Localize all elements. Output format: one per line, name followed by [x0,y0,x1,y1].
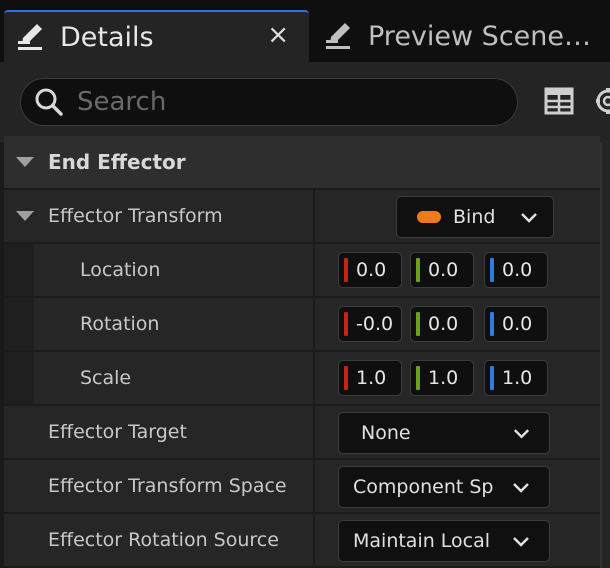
scale-z-field[interactable]: 1.0 [484,360,548,396]
property-label: Location [80,259,161,281]
column-divider[interactable] [313,514,315,566]
search-box[interactable] [20,78,518,126]
bind-label: Bind [453,206,496,228]
close-icon[interactable]: × [267,20,289,50]
property-label: Effector Rotation Source [48,529,279,551]
edit-list-icon [322,19,356,53]
location-x-field[interactable]: 0.0 [338,252,402,288]
location-y-field[interactable]: 0.0 [410,252,474,288]
dropdown-value: Maintain Local [353,530,491,552]
property-row-effector-rotation-source: Effector Rotation Source Maintain Local [4,514,600,567]
rotation-x-field[interactable]: -0.0 [338,306,402,342]
property-row-effector-target: Effector Target None [4,406,600,459]
tab-preview-scene[interactable]: Preview Scene… [312,10,610,62]
rotation-y-field[interactable]: 0.0 [410,306,474,342]
property-label: Effector Transform [48,205,223,227]
collapse-arrow-icon[interactable] [16,157,34,167]
tab-preview-scene-label: Preview Scene… [368,20,592,52]
property-label: Effector Transform Space [48,475,287,497]
edit-list-icon [14,20,48,54]
property-row-rotation: Rotation -0.0 0.0 0.0 [4,298,600,351]
chevron-down-icon [513,483,529,493]
scrollbar[interactable] [600,142,610,568]
column-divider[interactable] [313,298,315,350]
dropdown-value: Component Sp [353,476,494,498]
column-divider[interactable] [313,460,315,512]
column-divider[interactable] [313,244,315,296]
property-row-effector-transform-space: Effector Transform Space Component Sp [4,460,600,513]
gear-icon[interactable] [592,86,610,116]
column-divider[interactable] [313,190,315,242]
pin-dot-icon [417,211,441,223]
property-label: Effector Target [48,421,187,443]
search-icon [35,88,63,116]
tab-details-label: Details [60,21,154,53]
chevron-down-icon [513,429,529,439]
expand-arrow-icon[interactable] [16,211,34,221]
tab-details[interactable]: Details × [4,10,309,62]
effector-transform-space-dropdown[interactable]: Component Sp [338,466,550,508]
property-row-scale: Scale 1.0 1.0 1.0 [4,352,600,405]
property-row-location: Location 0.0 0.0 0.0 [4,244,600,297]
search-toolbar [0,62,610,142]
column-divider[interactable] [313,406,315,458]
section-header-end-effector[interactable]: End Effector [4,136,600,188]
table-view-icon[interactable] [544,86,574,116]
effector-rotation-source-dropdown[interactable]: Maintain Local [338,520,550,562]
location-z-field[interactable]: 0.0 [484,252,548,288]
chevron-down-icon [513,537,529,547]
rotation-z-field[interactable]: 0.0 [484,306,548,342]
dropdown-value: None [361,422,411,444]
property-label: Rotation [80,313,160,335]
search-input[interactable] [77,87,477,117]
column-divider[interactable] [313,352,315,404]
chevron-down-icon [521,213,537,223]
property-row-effector-transform: Effector Transform Bind [4,190,600,243]
effector-target-dropdown[interactable]: None [338,412,550,454]
bind-dropdown[interactable]: Bind [396,196,554,238]
section-title: End Effector [48,150,186,174]
scale-y-field[interactable]: 1.0 [410,360,474,396]
tab-bar: Details × Preview Scene… [0,0,610,62]
property-label: Scale [80,367,132,389]
scale-x-field[interactable]: 1.0 [338,360,402,396]
